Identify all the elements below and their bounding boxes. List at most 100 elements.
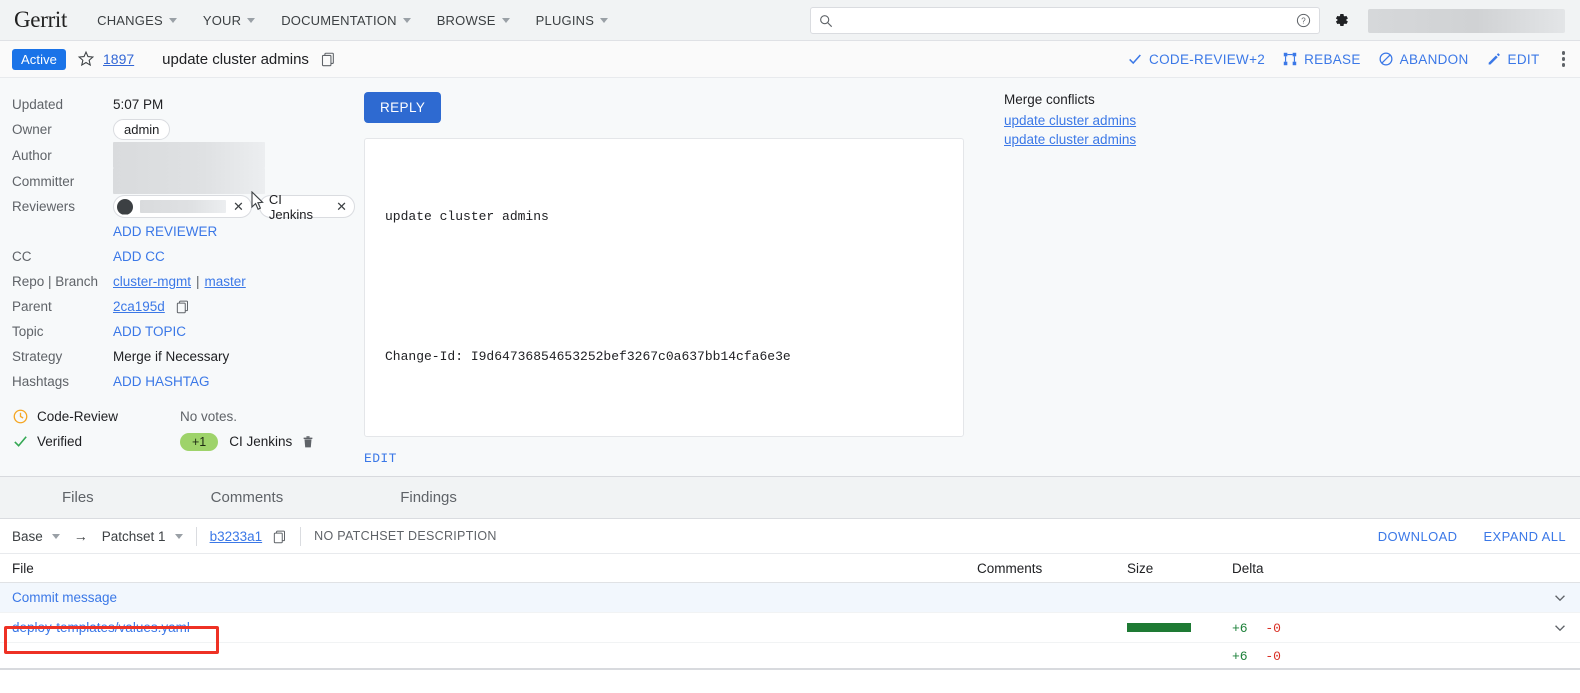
- meta-row-owner: Owner admin: [12, 117, 362, 142]
- total-lines-added: +6: [1232, 648, 1248, 664]
- chevron-down-icon: [168, 17, 177, 23]
- code-review-label: CODE-REVIEW+2: [1149, 51, 1266, 67]
- total-lines-deleted: -0: [1265, 648, 1281, 664]
- parent-link[interactable]: 2ca195d: [113, 299, 165, 314]
- divider: [195, 526, 197, 546]
- owner-chip[interactable]: admin: [113, 119, 171, 140]
- lines-deleted: -0: [1265, 620, 1281, 636]
- change-header: Active 1897 update cluster admins CODE-R…: [0, 41, 1580, 78]
- merge-conflict-link[interactable]: update cluster admins: [1004, 132, 1136, 147]
- search-box[interactable]: ?: [810, 7, 1320, 34]
- nav-label: PLUGINS: [535, 12, 595, 28]
- more-options-icon[interactable]: [1557, 49, 1571, 69]
- account-avatar[interactable]: [1368, 9, 1565, 33]
- copy-icon[interactable]: [175, 299, 190, 314]
- expand-chevron-icon[interactable]: [1542, 620, 1568, 636]
- nav-item-changes[interactable]: CHANGES: [97, 13, 177, 28]
- nav-label: DOCUMENTATION: [281, 12, 397, 28]
- add-hashtag-button[interactable]: ADD HASHTAG: [113, 374, 210, 389]
- reviewer-chip-ci-jenkins[interactable]: CI Jenkins ✕: [258, 192, 355, 222]
- change-title: update cluster admins: [162, 50, 309, 68]
- tab-findings[interactable]: Findings: [400, 489, 457, 506]
- tab-comments[interactable]: Comments: [211, 489, 284, 506]
- column-header-delta: Delta: [1232, 560, 1264, 576]
- code-review-label-name: Code-Review: [12, 408, 180, 425]
- patchset-actions: DOWNLOAD EXPAND ALL: [1378, 529, 1566, 544]
- block-icon: [1379, 52, 1393, 66]
- reviewer-name: CI Jenkins: [268, 191, 313, 222]
- file-link-commit-message[interactable]: Commit message: [12, 590, 117, 605]
- commit-change-id: Change-Id: I9d64736854653252bef3267c0a63…: [385, 348, 791, 364]
- nav-item-browse[interactable]: BROWSE: [437, 13, 510, 28]
- table-row[interactable]: Commit message: [0, 583, 1580, 613]
- code-review-status: No votes.: [180, 409, 238, 424]
- updated-value: 5:07 PM: [113, 97, 164, 112]
- chevron-down-icon: [51, 533, 60, 539]
- remove-reviewer-icon[interactable]: ✕: [336, 200, 347, 213]
- patchset-description[interactable]: NO PATCHSET DESCRIPTION: [314, 529, 497, 543]
- size-bar-graphic: [1127, 623, 1191, 632]
- add-reviewer-button[interactable]: ADD REVIEWER: [113, 224, 217, 239]
- patchset-hash-link[interactable]: b3233a1: [210, 529, 263, 544]
- tab-files[interactable]: Files: [62, 489, 94, 506]
- meta-row-add-reviewer: ADD REVIEWER: [12, 219, 362, 244]
- nav-item-your[interactable]: YOUR: [203, 13, 256, 28]
- star-icon[interactable]: [77, 50, 95, 68]
- nav-item-documentation[interactable]: DOCUMENTATION: [281, 13, 411, 28]
- search-icon: [819, 14, 833, 28]
- author-label: Author: [12, 147, 52, 163]
- file-table-totals-row: +6 -0: [0, 643, 1580, 670]
- delete-vote-icon[interactable]: [301, 435, 315, 449]
- repo-link[interactable]: cluster-mgmt: [113, 274, 191, 289]
- copy-icon[interactable]: [272, 529, 287, 544]
- base-label: Base: [12, 528, 43, 544]
- divider: [300, 526, 302, 546]
- content-tabs: Files Comments Findings: [0, 477, 1580, 519]
- nav-item-plugins[interactable]: PLUGINS: [535, 12, 609, 28]
- reviewer-chip-redacted[interactable]: ✕: [113, 195, 252, 218]
- gear-icon[interactable]: [1332, 11, 1350, 34]
- copy-icon[interactable]: [320, 51, 336, 67]
- owner-label: Owner: [12, 122, 52, 137]
- patchset-selector[interactable]: Patchset 1: [102, 529, 183, 544]
- topic-label: Topic: [12, 324, 44, 339]
- meta-row-strategy: Strategy Merge if Necessary: [12, 344, 362, 369]
- strategy-label: Strategy: [12, 349, 63, 364]
- status-badge: Active: [12, 48, 67, 70]
- pencil-icon: [1488, 53, 1500, 65]
- rebase-button[interactable]: REBASE: [1282, 51, 1361, 67]
- table-row[interactable]: deploy-templates/values.yaml +6 -0: [0, 613, 1580, 643]
- meta-row-repo-branch: Repo | Branch cluster-mgmt | master: [12, 269, 362, 294]
- search-input[interactable]: [833, 13, 1296, 28]
- remove-reviewer-icon[interactable]: ✕: [233, 200, 244, 213]
- merge-conflicts-title: Merge conflicts: [1004, 92, 1095, 107]
- chevron-down-icon: [247, 17, 256, 23]
- abandon-button[interactable]: ABANDON: [1378, 51, 1469, 67]
- strategy-value: Merge if Necessary: [113, 349, 230, 364]
- clock-icon: [13, 409, 28, 424]
- svg-text:?: ?: [1301, 17, 1306, 26]
- expand-all-button[interactable]: EXPAND ALL: [1483, 529, 1566, 544]
- commit-edit-link[interactable]: EDIT: [364, 451, 397, 466]
- reply-button[interactable]: REPLY: [364, 92, 442, 123]
- gerrit-logo[interactable]: Gerrit: [14, 7, 67, 33]
- download-button[interactable]: DOWNLOAD: [1378, 529, 1458, 544]
- add-topic-button[interactable]: ADD TOPIC: [113, 324, 186, 339]
- chevron-down-icon: [402, 17, 411, 23]
- committer-value-redacted: [113, 168, 265, 194]
- edit-button[interactable]: EDIT: [1486, 51, 1540, 67]
- help-icon[interactable]: ?: [1296, 13, 1311, 28]
- merge-conflict-link[interactable]: update cluster admins: [1004, 113, 1136, 128]
- avatar: [117, 198, 133, 215]
- meta-row-cc: CC ADD CC: [12, 244, 362, 269]
- expand-chevron-icon[interactable]: [1542, 590, 1568, 606]
- column-header-size: Size: [1127, 560, 1154, 576]
- file-link-values-yaml[interactable]: deploy-templates/values.yaml: [12, 620, 190, 635]
- code-review-button[interactable]: CODE-REVIEW+2: [1127, 51, 1265, 67]
- change-number-link[interactable]: 1897: [103, 51, 134, 67]
- base-selector[interactable]: Base: [12, 529, 60, 544]
- branch-link[interactable]: master: [205, 274, 246, 289]
- mouse-cursor: [251, 190, 266, 217]
- file-list-table: File Comments Size Delta Commit message …: [0, 554, 1580, 670]
- add-cc-button[interactable]: ADD CC: [113, 249, 165, 264]
